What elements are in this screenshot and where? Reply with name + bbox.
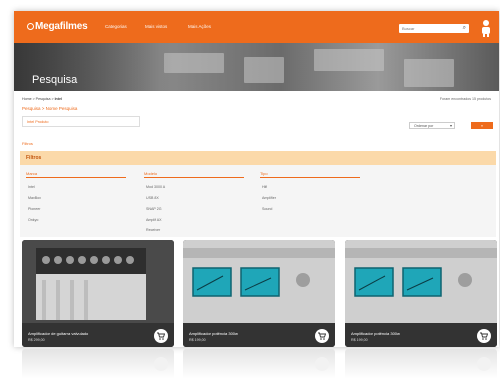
product-image: [183, 240, 335, 323]
product-info: Amplificador potência 300w R$ 199,00: [183, 323, 335, 347]
reflection-circle: [315, 357, 329, 371]
cart-icon: [318, 332, 326, 340]
search-field-value: Intel Produto: [27, 120, 49, 124]
banner-equipment-shape: [314, 49, 384, 71]
cart-icon: [480, 332, 488, 340]
chevron-down-icon: ▾: [449, 123, 452, 128]
page-banner: Pesquisa: [14, 43, 499, 91]
product-card[interactable]: Amplificador de guitarra valvulado R$ 29…: [22, 240, 174, 347]
filter-panel-header[interactable]: Filtros: [20, 151, 496, 165]
filter-item[interactable]: SNAP 2G: [146, 207, 162, 211]
filter-item[interactable]: Amplif AX: [146, 218, 162, 222]
product-name[interactable]: Amplificador potência 300w: [189, 331, 238, 336]
results-count: Foram encontrados 15 produtos: [439, 97, 491, 101]
nav-item-categorias[interactable]: Categorias: [105, 24, 127, 29]
search-field[interactable]: Intel Produto: [22, 116, 140, 127]
banner-equipment-shape: [244, 57, 284, 83]
product-info: Amplificador de guitarra valvulado R$ 29…: [22, 323, 174, 347]
search-heading-link[interactable]: Pesquisa > Nome Pesquisa: [22, 106, 77, 111]
filter-item[interactable]: Intel: [28, 185, 35, 189]
banner-equipment-shape: [404, 59, 454, 87]
filter-column-header: Tipo: [260, 171, 360, 178]
filter-label: Filtros: [22, 141, 33, 146]
next-button[interactable]: »: [471, 122, 493, 129]
page-reflection: [14, 347, 499, 387]
product-info: Amplificador potência 300w R$ 199,00: [345, 323, 497, 347]
product-card[interactable]: Amplificador potência 300w R$ 199,00: [183, 240, 335, 347]
logo-mark-icon: [27, 23, 34, 30]
page-title: Pesquisa: [32, 74, 78, 86]
reflection-circle: [154, 357, 168, 371]
cart-icon: [157, 332, 165, 340]
filter-item[interactable]: Pioneer: [28, 207, 40, 211]
product-price: R$ 199,00: [351, 338, 368, 342]
sort-select[interactable]: Ordenar por ▾: [409, 122, 455, 129]
reflection-card: [22, 349, 174, 379]
product-name[interactable]: Amplificador de guitarra valvulado: [28, 331, 88, 336]
filter-item[interactable]: Receiver: [146, 228, 160, 232]
add-to-cart-button[interactable]: [477, 329, 491, 343]
reflection-circle: [477, 357, 491, 371]
breadcrumb: Home > Pesquisa > Intel: [22, 97, 62, 101]
breadcrumb-path[interactable]: Home > Pesquisa >: [22, 97, 55, 101]
reflection-card: [183, 349, 335, 379]
sort-selected: Ordenar por: [414, 124, 434, 128]
site-logo[interactable]: Megafilmes: [27, 21, 88, 32]
product-price: R$ 199,00: [189, 338, 206, 342]
filter-column-header: Modelo: [144, 171, 244, 178]
top-navigation-bar: Megafilmes Categorias Mais vistos Mais A…: [14, 11, 499, 43]
product-price: R$ 299,00: [28, 338, 45, 342]
search-input[interactable]: Buscar ⌕: [399, 24, 469, 33]
filter-column-header: Marca: [26, 171, 126, 178]
product-image: [22, 240, 174, 323]
nav-item-mais-acoes[interactable]: Mais Ações: [188, 24, 211, 29]
breadcrumb-current: Intel: [54, 97, 62, 101]
filter-item[interactable]: Mod 3000 A: [146, 185, 165, 189]
filter-panel-title: Filtros: [26, 155, 42, 161]
user-icon[interactable]: [480, 19, 492, 37]
filter-item[interactable]: Hifi: [262, 185, 267, 189]
filter-item[interactable]: MaxBox: [28, 196, 41, 200]
filter-item[interactable]: Sound: [262, 207, 272, 211]
filter-item[interactable]: Amplifier: [262, 196, 276, 200]
logo-text: Megafilmes: [35, 21, 88, 32]
reflection-card: [345, 349, 497, 379]
product-image: [345, 240, 497, 323]
search-placeholder: Buscar: [402, 26, 415, 31]
filter-item[interactable]: Onkyo: [28, 218, 38, 222]
browser-frame: Megafilmes Categorias Mais vistos Mais A…: [14, 11, 499, 347]
filter-item[interactable]: USB 8X: [146, 196, 159, 200]
product-name[interactable]: Amplificador potência 300w: [351, 331, 400, 336]
product-card[interactable]: Amplificador potência 300w R$ 199,00: [345, 240, 497, 347]
nav-item-mais-vistos[interactable]: Mais vistos: [145, 24, 167, 29]
add-to-cart-button[interactable]: [315, 329, 329, 343]
search-icon[interactable]: ⌕: [463, 25, 466, 32]
add-to-cart-button[interactable]: [154, 329, 168, 343]
filter-panel: Filtros Marca Modelo Tipo Intel MaxBox P…: [20, 151, 496, 237]
